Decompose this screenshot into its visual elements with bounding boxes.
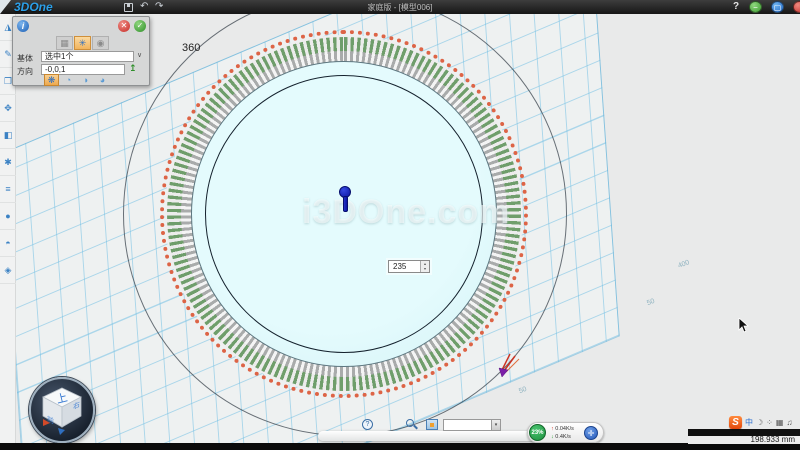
field-chevron-icon[interactable]: ∨ — [137, 51, 142, 59]
download-arrow-icon: ↓ — [551, 434, 554, 440]
field-label-base: 基体 — [17, 53, 33, 64]
query-circle-icon[interactable]: ? — [362, 419, 373, 430]
cancel-button[interactable]: ✕ — [118, 20, 130, 32]
upload-arrow-icon: ↑ — [551, 426, 554, 432]
angle-spinner[interactable]: 235 ▴ ▾ — [388, 260, 430, 273]
mode-button-4[interactable]: ◕ — [95, 74, 110, 86]
window-title: 家庭版 - [模型006] — [0, 2, 800, 13]
sidebar-item-combine[interactable]: ◧ — [0, 122, 16, 149]
sidebar-item-list[interactable]: ≡ — [0, 176, 16, 203]
rotation-handle-marker[interactable] — [488, 348, 528, 388]
system-tray: S 中 ☽ ⁘ ▦ ♫ — [729, 416, 792, 429]
close-button[interactable] — [793, 1, 800, 13]
sidebar-item-material[interactable]: ● — [0, 203, 16, 230]
mode-button-1-selected[interactable]: ❋ — [44, 74, 59, 86]
sidebar-item-measure[interactable]: ◈ — [0, 257, 16, 284]
title-bar: 3DOne ↶ ↷ 家庭版 - [模型006] ? − ▢ — [0, 0, 800, 14]
field-label-direction: 方向 — [17, 66, 33, 77]
render-icon: ◓ — [5, 238, 10, 248]
tab-options[interactable]: ◉ — [92, 36, 109, 50]
zoom-magnifier-icon[interactable] — [406, 419, 414, 427]
mouse-cursor — [738, 318, 750, 334]
direction-pick-icon[interactable]: ↥ — [129, 63, 137, 74]
combine-icon: ◧ — [4, 130, 13, 140]
mode-button-3[interactable]: ◑ — [78, 74, 93, 86]
ok-button[interactable]: ✓ — [134, 20, 146, 32]
taskbar — [0, 443, 800, 450]
watermark: i3DOne.com — [302, 193, 510, 232]
mode-button-2[interactable]: ◔ — [61, 74, 76, 86]
grid-dim-label: 50 — [646, 298, 656, 307]
list-icon: ≡ — [5, 184, 10, 194]
view-cube[interactable]: 上 前 右 — [29, 377, 95, 443]
angle-spinner-buttons[interactable]: ▴ ▾ — [420, 261, 429, 272]
measurement-readout: 198.933 mm — [688, 435, 795, 444]
viewcube-arrow-marker — [58, 428, 65, 435]
measure-icon: ◈ — [5, 265, 12, 275]
filter-combobox[interactable]: ▾ — [443, 419, 501, 431]
angle-spinner-value[interactable]: 235 — [389, 261, 420, 272]
spin-down-icon[interactable]: ▾ — [421, 266, 429, 271]
tab-rotate-selected[interactable]: ✳ — [74, 36, 91, 50]
tray-sound-icon[interactable]: ♫ — [786, 416, 792, 429]
memory-usage-badge[interactable]: 23% — [529, 424, 546, 441]
combobox-dropdown-icon[interactable]: ▾ — [491, 420, 500, 430]
tray-lang-icon[interactable]: 中 — [745, 416, 753, 429]
rotation-angle-label: 360 — [182, 42, 200, 54]
download-speed: 0.4K/s — [555, 434, 571, 440]
window-select-icon[interactable] — [426, 419, 438, 430]
tab-required[interactable]: ▦ — [56, 36, 73, 50]
monitor-plus-icon[interactable]: ✛ — [584, 426, 598, 440]
tray-moon-icon[interactable]: ☽ — [756, 416, 763, 429]
input-method-icon[interactable]: S — [729, 416, 742, 429]
edit-icon: ✎ — [4, 49, 12, 59]
sidebar-item-pattern[interactable]: ✱ — [0, 149, 16, 176]
system-monitor-widget[interactable]: 23% ↑ 0.04K/s ↓ 0.4K/s ✛ — [527, 422, 604, 443]
restore-button[interactable]: ▢ — [771, 1, 784, 13]
move-icon: ✥ — [4, 103, 12, 113]
tray-dots-icon[interactable]: ⁘ — [766, 416, 773, 429]
upload-speed: 0.04K/s — [555, 426, 574, 432]
primitive-icon: ❐ — [4, 76, 12, 86]
tray-grid-icon[interactable]: ▦ — [776, 416, 784, 429]
3done-window: i3DOne.com 360 400 50 50 235 ▴ ▾ ? ▾ — [0, 0, 800, 450]
bottom-dock-shelf[interactable] — [318, 431, 548, 441]
pattern-icon: ✱ — [4, 157, 12, 167]
info-icon: i — [17, 20, 29, 32]
sidebar-item-render[interactable]: ◓ — [0, 230, 16, 257]
command-dialog: i ✕ ✓ ▦ ✳ ◉ 基体 选中1个 ∨ 方向 -0,0,1 ↥ ❋ ◔ ◑ … — [12, 16, 150, 86]
minimize-button[interactable]: − — [749, 1, 762, 13]
sidebar-item-move[interactable]: ✥ — [0, 95, 16, 122]
help-button[interactable]: ? — [733, 1, 739, 12]
sketch-icon: ◮ — [5, 22, 12, 32]
direction-pin-stem[interactable] — [343, 196, 348, 212]
material-sphere-icon: ● — [5, 211, 10, 221]
grid-dim-label: 400 — [677, 259, 690, 270]
filter-combobox-value[interactable] — [444, 420, 491, 430]
base-entity-field[interactable]: 选中1个 — [41, 51, 134, 62]
